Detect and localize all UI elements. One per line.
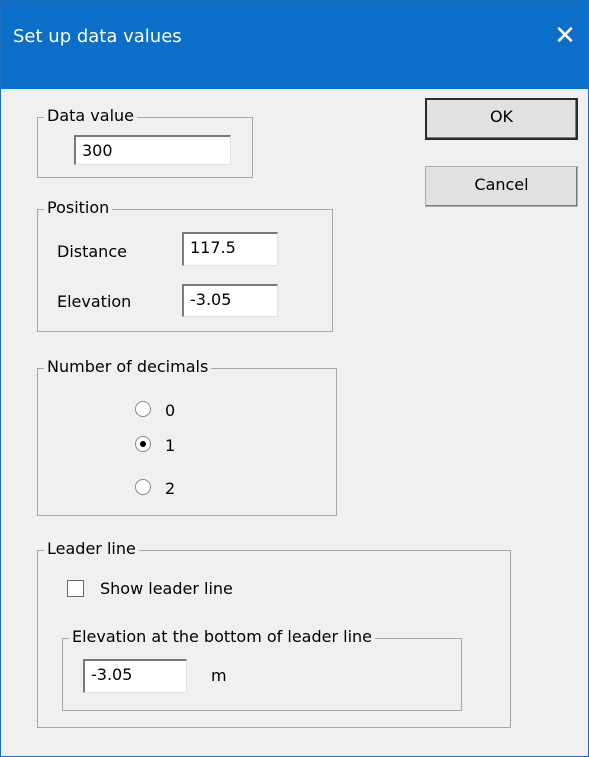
- decimals-group: Number of decimals 0 1 2: [37, 357, 337, 516]
- data-value-group: Data value 300: [37, 106, 253, 178]
- ok-button[interactable]: OK: [425, 98, 578, 140]
- radio-2-label: 2: [165, 479, 176, 498]
- radio-1-button[interactable]: [135, 436, 151, 452]
- show-leader-line-checkbox[interactable]: [67, 580, 84, 597]
- setup-data-values-dialog: Set up data values ✕ Data value 300 OK C…: [0, 0, 589, 757]
- position-legend: Position: [44, 198, 113, 217]
- close-icon[interactable]: ✕: [542, 11, 588, 61]
- leader-bottom-elevation-input[interactable]: -3.05: [83, 659, 187, 693]
- radio-0-label: 0: [165, 401, 176, 420]
- decimals-legend: Number of decimals: [44, 357, 212, 376]
- distance-label: Distance: [57, 242, 127, 261]
- cancel-button[interactable]: Cancel: [425, 166, 578, 207]
- window-title: Set up data values: [13, 26, 182, 47]
- data-value-input[interactable]: 300: [74, 135, 231, 165]
- radio-0-button[interactable]: [135, 401, 151, 417]
- leader-bottom-legend: Elevation at the bottom of leader line: [69, 627, 376, 646]
- elevation-input[interactable]: -3.05: [182, 284, 278, 317]
- radio-1-label: 1: [165, 436, 176, 455]
- leader-bottom-unit: m: [211, 666, 227, 685]
- distance-input[interactable]: 117.5: [182, 232, 278, 266]
- leader-line-legend: Leader line: [44, 539, 139, 558]
- data-value-legend: Data value: [44, 106, 137, 125]
- leader-bottom-group: Elevation at the bottom of leader line -…: [62, 627, 462, 711]
- title-bar[interactable]: Set up data values ✕: [1, 1, 588, 89]
- leader-line-group: Leader line Show leader line Elevation a…: [37, 539, 511, 728]
- position-group: Position Distance 117.5 Elevation -3.05: [37, 198, 333, 332]
- show-leader-line-label: Show leader line: [100, 579, 233, 598]
- elevation-label: Elevation: [57, 292, 132, 311]
- radio-2-button[interactable]: [135, 479, 151, 495]
